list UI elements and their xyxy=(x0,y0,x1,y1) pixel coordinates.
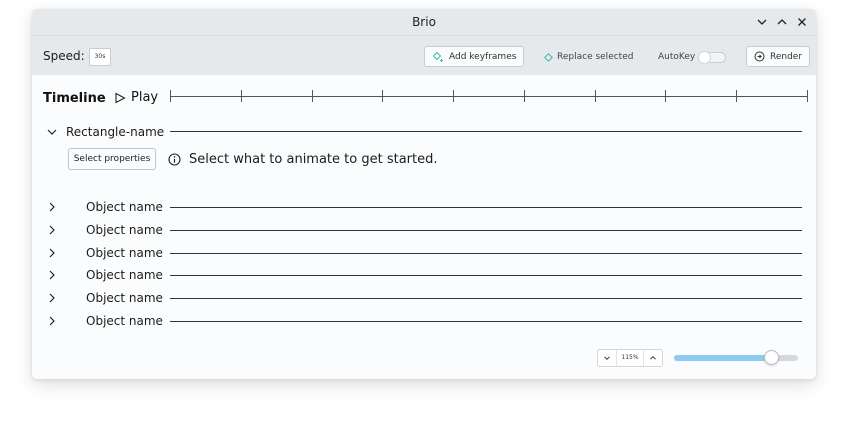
replace-selected-label: Replace selected xyxy=(557,52,634,62)
speed-value-field[interactable]: 30s xyxy=(89,48,111,66)
zoom-stepper[interactable]: 115% xyxy=(597,349,663,367)
chevron-right-icon[interactable] xyxy=(45,314,59,328)
ruler-tick xyxy=(524,90,525,102)
group-track xyxy=(170,131,802,132)
toolbar: Speed: 30s Add keyframes Replace selecte… xyxy=(32,36,816,75)
zoom-value: 115% xyxy=(616,350,644,366)
close-icon[interactable] xyxy=(795,15,809,29)
zoom-in-button[interactable] xyxy=(644,350,662,366)
render-icon xyxy=(754,51,765,62)
title-bar: Brio xyxy=(32,9,816,36)
render-button[interactable]: Render xyxy=(746,46,811,67)
object-track xyxy=(170,321,802,322)
timeline-panel: Timeline Play Rectangle-name Select prop… xyxy=(32,75,816,379)
add-keyframes-label: Add keyframes xyxy=(449,51,517,62)
play-icon xyxy=(114,92,131,104)
empty-state-hint: Select what to animate to get started. xyxy=(168,152,438,167)
slider-thumb[interactable] xyxy=(764,350,779,365)
zoom-slider[interactable] xyxy=(674,350,800,365)
ruler-tick xyxy=(382,90,383,102)
group-label: Rectangle-name xyxy=(66,125,165,139)
play-button[interactable]: Play xyxy=(114,90,158,105)
keyframe-add-icon xyxy=(432,51,444,63)
timeline-heading: Timeline xyxy=(43,91,106,106)
window-title: Brio xyxy=(412,15,436,29)
chevron-down-icon[interactable] xyxy=(45,125,59,139)
autokey-label: AutoKey xyxy=(658,52,696,62)
object-track xyxy=(170,275,802,277)
hint-text: Select what to animate to get started. xyxy=(189,152,438,167)
object-label: Object name xyxy=(86,268,163,283)
object-track xyxy=(170,298,802,300)
info-icon xyxy=(168,153,189,166)
zoom-out-button[interactable] xyxy=(598,350,616,366)
autokey-toggle[interactable] xyxy=(698,51,726,64)
render-label: Render xyxy=(770,51,803,62)
select-properties-button[interactable]: Select properties xyxy=(68,148,156,170)
speed-label: Speed: xyxy=(43,49,85,63)
object-track xyxy=(170,207,802,208)
ruler-tick xyxy=(807,90,808,102)
object-label: Object name xyxy=(86,200,163,214)
chevron-up-icon[interactable] xyxy=(775,15,789,29)
toggle-knob xyxy=(698,51,711,64)
ruler-tick xyxy=(665,90,666,102)
chevron-right-icon[interactable] xyxy=(45,246,59,260)
object-label: Object name xyxy=(86,222,163,237)
group-row-rectangle[interactable]: Rectangle-name xyxy=(45,124,805,140)
ruler-baseline xyxy=(170,96,808,97)
chevron-right-icon[interactable] xyxy=(45,223,59,237)
chevron-right-icon[interactable] xyxy=(45,200,59,214)
ruler-tick xyxy=(241,90,242,102)
chevron-right-icon[interactable] xyxy=(45,268,59,282)
add-keyframes-button[interactable]: Add keyframes xyxy=(424,46,525,67)
ruler-tick xyxy=(453,90,454,102)
app-window: Brio Speed: 30s Add keyframes Replace se… xyxy=(32,9,816,379)
keyframe-icon xyxy=(544,52,553,62)
replace-selected-button[interactable]: Replace selected xyxy=(544,52,633,62)
object-label: Object name xyxy=(86,291,163,306)
chevron-down-icon xyxy=(604,356,610,361)
slider-fill xyxy=(674,355,771,361)
play-label: Play xyxy=(131,90,159,105)
object-label: Object name xyxy=(86,245,163,260)
ruler-tick xyxy=(595,90,596,102)
timeline-ruler[interactable] xyxy=(170,90,808,102)
object-track xyxy=(170,252,802,254)
ruler-tick xyxy=(312,90,313,102)
ruler-tick xyxy=(170,90,171,102)
chevron-up-icon xyxy=(650,355,656,360)
chevron-right-icon[interactable] xyxy=(45,291,59,305)
ruler-tick xyxy=(736,90,737,102)
object-track xyxy=(170,229,802,231)
object-label: Object name xyxy=(86,314,163,328)
chevron-down-icon[interactable] xyxy=(755,15,769,29)
